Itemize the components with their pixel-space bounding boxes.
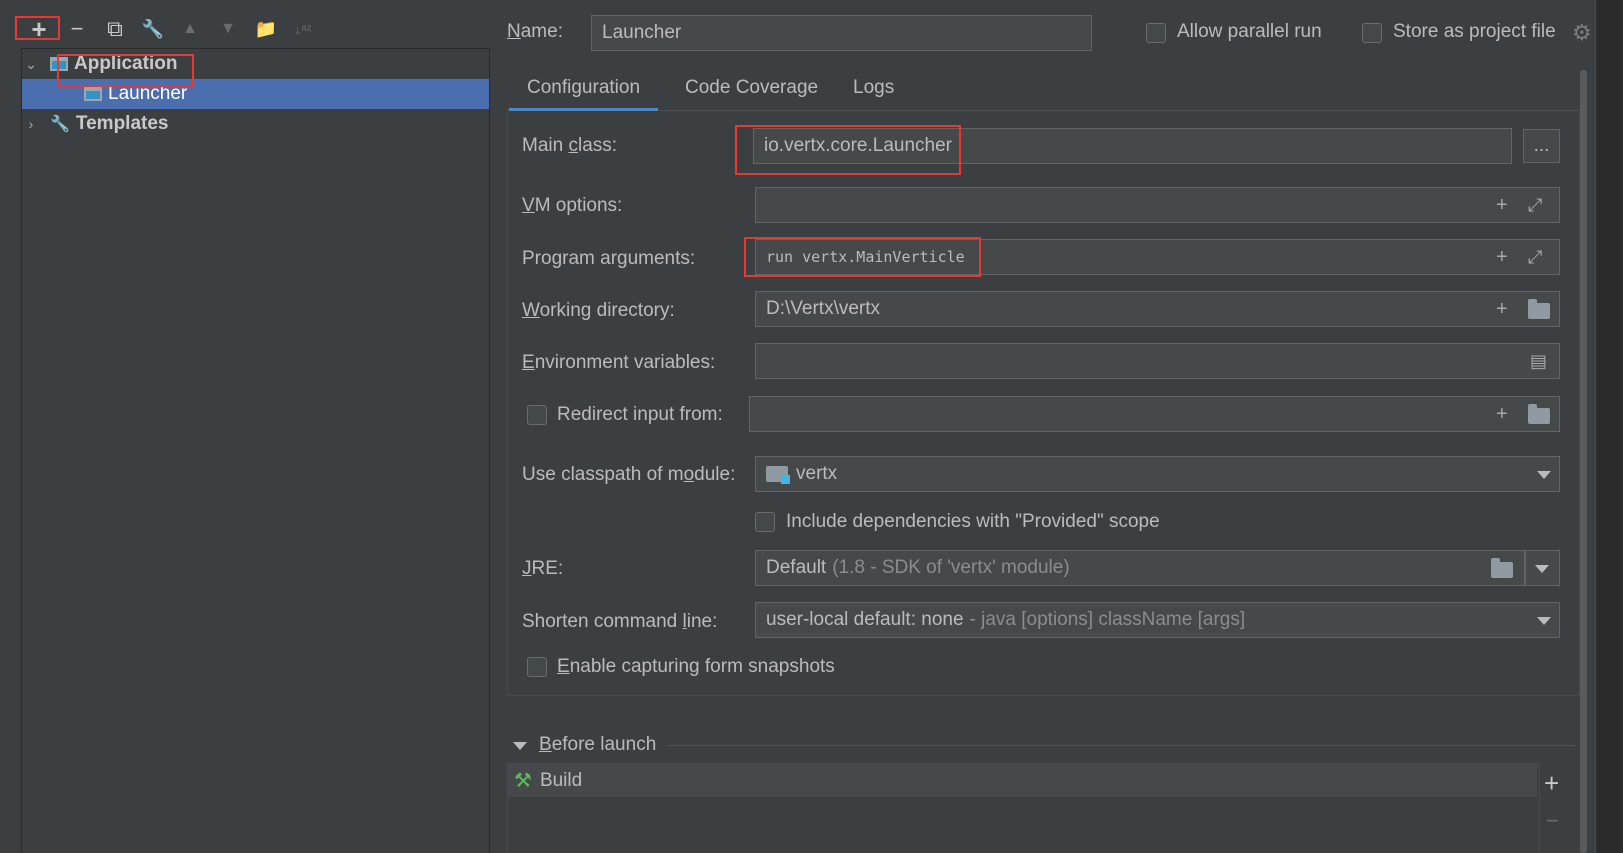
collapse-before-launch-icon[interactable] (513, 742, 527, 750)
plus-icon[interactable]: + (1496, 403, 1508, 425)
chevron-down-icon (1537, 471, 1551, 479)
remove-before-launch-button[interactable]: − (1546, 808, 1559, 834)
chevron-down-icon (1537, 617, 1551, 625)
browse-main-class-button[interactable]: ... (1523, 129, 1560, 163)
redirect-input-label: Redirect input from: (557, 404, 723, 425)
store-project-checkbox[interactable] (1362, 23, 1382, 43)
shorten-label: Shorten command line: (522, 611, 718, 632)
tree-item-templates[interactable]: › 🔧 Templates (22, 109, 489, 139)
highlight-application (57, 54, 194, 87)
application-icon (84, 87, 102, 101)
working-dir-label: Working directory: (522, 300, 675, 321)
add-before-launch-button[interactable]: + (1544, 770, 1559, 796)
remove-configuration-button[interactable]: − (62, 14, 92, 44)
highlight-main-class (735, 125, 961, 175)
configuration-tree[interactable]: ⌄ Application Launcher › 🔧 Templates (21, 48, 490, 853)
plus-icon[interactable]: + (1496, 298, 1508, 320)
allow-parallel-label: Allow parallel run (1177, 21, 1322, 42)
wrench-icon: 🔧 (50, 116, 70, 133)
tab-code-coverage[interactable]: Code Coverage (667, 75, 836, 111)
document-icon[interactable]: ▤ (1530, 350, 1547, 372)
jre-label: JRE: (522, 558, 564, 579)
chevron-down-icon (1535, 565, 1549, 573)
before-launch-title: Before launch (539, 734, 657, 755)
classpath-label: Use classpath of module: (522, 464, 736, 485)
shorten-dropdown[interactable]: user-local default: none - java [options… (755, 602, 1560, 638)
edit-defaults-button[interactable]: 🔧 (138, 14, 168, 44)
redirect-input-checkbox[interactable] (527, 405, 547, 425)
tree-item-label: Templates (75, 113, 169, 134)
plus-icon[interactable]: + (1496, 246, 1508, 268)
before-launch-side-divider (1539, 763, 1540, 853)
enable-snapshots-label: Enable capturing form snapshots (557, 656, 835, 677)
allow-parallel-checkbox[interactable] (1146, 23, 1166, 43)
new-folder-icon: 📁 (254, 19, 278, 39)
before-launch-divider (667, 745, 1575, 746)
env-vars-label: Environment variables: (522, 352, 716, 373)
classpath-dropdown[interactable]: vertx (755, 456, 1560, 492)
before-launch-item-build[interactable]: ⚒ Build (508, 764, 1537, 797)
copy-icon: ⧉ (107, 16, 123, 41)
vm-options-label: VM options: (522, 195, 623, 216)
wrench-icon: 🔧 (141, 19, 165, 39)
main-class-label: Main class: (522, 135, 618, 156)
move-down-button[interactable]: ▼ (213, 14, 243, 44)
program-args-label: Program arguments: (522, 248, 696, 269)
enable-snapshots-checkbox[interactable] (527, 657, 547, 677)
sort-button[interactable]: ↓ᵃᶻ (288, 14, 318, 44)
expand-icon[interactable]: ⤢ (1528, 246, 1542, 268)
jre-dropdown-button[interactable] (1525, 550, 1560, 586)
minus-icon: − (1546, 808, 1559, 833)
arrow-down-icon: ▼ (220, 20, 236, 37)
module-folder-icon (766, 466, 790, 484)
jre-input[interactable]: Default (1.8 - SDK of 'vertx' module) (755, 550, 1525, 586)
folder-icon[interactable] (1491, 558, 1513, 583)
sort-icon: ↓ᵃᶻ (294, 21, 312, 37)
plus-icon: + (1544, 768, 1560, 798)
chevron-right-icon[interactable]: › (22, 116, 40, 132)
plus-icon[interactable]: + (1496, 194, 1508, 216)
expand-icon[interactable]: ⤢ (1528, 194, 1542, 216)
scrollbar[interactable] (1580, 70, 1587, 853)
store-project-label: Store as project file (1393, 21, 1556, 42)
redirect-input-field[interactable]: + (749, 396, 1560, 432)
include-deps-checkbox[interactable] (755, 512, 775, 532)
name-input[interactable]: Launcher (591, 15, 1092, 51)
working-dir-input[interactable]: D:\Vertx\vertx + (755, 291, 1560, 327)
minus-icon: − (70, 16, 84, 41)
tab-logs[interactable]: Logs (835, 75, 912, 111)
background-editor-edge (1595, 0, 1623, 853)
hammer-icon: ⚒ (514, 770, 532, 792)
folder-icon[interactable] (1528, 299, 1550, 324)
name-label: Name: (507, 21, 563, 42)
vm-options-input[interactable]: + ⤢ (755, 187, 1560, 223)
include-deps-label: Include dependencies with "Provided" sco… (786, 511, 1160, 532)
highlight-program-args (744, 237, 981, 277)
copy-configuration-button[interactable]: ⧉ (100, 14, 130, 44)
new-folder-button[interactable]: 📁 (251, 14, 281, 44)
arrow-up-icon: ▲ (182, 20, 198, 37)
folder-icon[interactable] (1528, 404, 1550, 429)
tab-configuration[interactable]: Configuration (509, 75, 659, 111)
chevron-down-icon[interactable]: ⌄ (22, 56, 40, 73)
env-vars-input[interactable]: ▤ (755, 343, 1560, 379)
gear-icon[interactable]: ⚙ (1572, 20, 1592, 46)
move-up-button[interactable]: ▲ (175, 14, 205, 44)
highlight-add (15, 16, 60, 40)
